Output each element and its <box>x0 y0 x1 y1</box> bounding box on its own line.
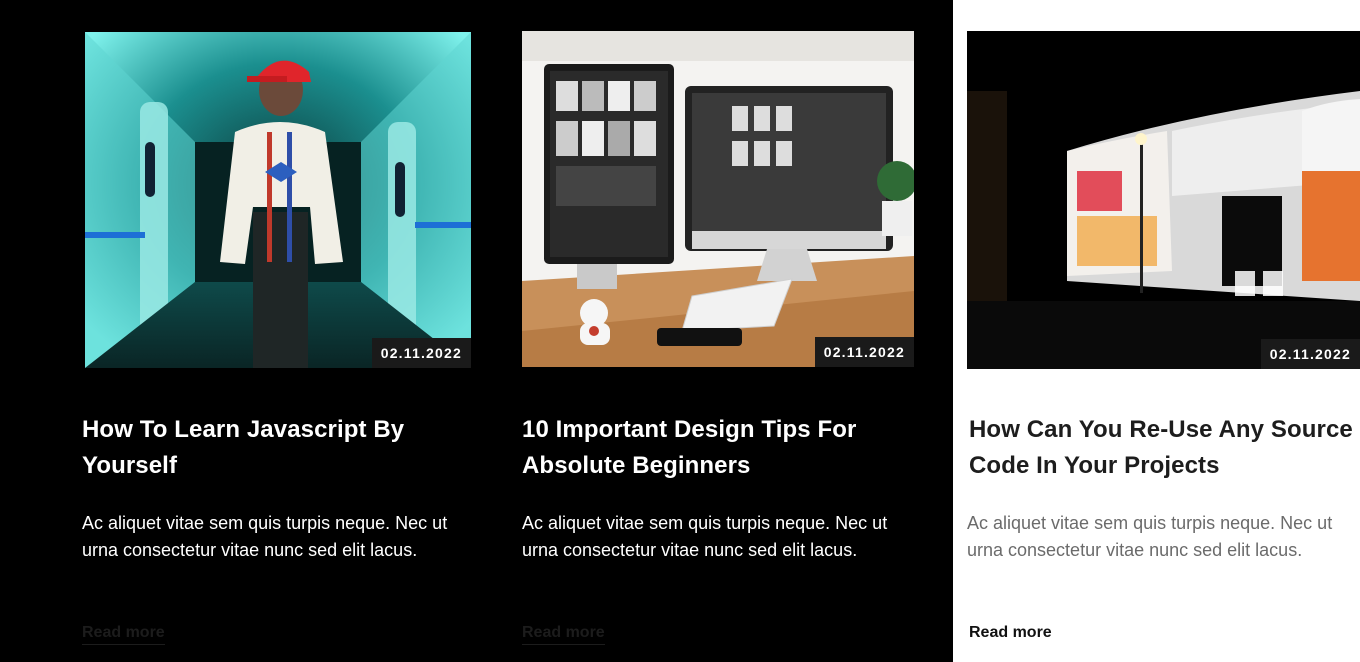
date-badge: 02.11.2022 <box>371 338 471 368</box>
post-thumbnail-link[interactable]: 02.11.2022 <box>522 31 914 367</box>
post-excerpt: Ac aliquet vitae sem quis turpis neque. … <box>522 513 888 560</box>
blog-posts-page: 02.11.2022 How To Learn Javascript By Yo… <box>0 0 1360 662</box>
desk-monitors-image <box>522 31 914 367</box>
post-thumbnail-link[interactable]: 02.11.2022 <box>967 31 1360 369</box>
post-title[interactable]: How Can You Re-Use Any Source Code In Yo… <box>969 412 1360 484</box>
post-thumbnail-link[interactable]: 02.11.2022 <box>85 32 471 368</box>
post-title[interactable]: 10 Important Design Tips For Absolute Be… <box>522 412 882 484</box>
read-more-link[interactable]: Read more <box>969 622 1052 644</box>
date-badge: 02.11.2022 <box>814 337 914 367</box>
post-excerpt: Ac aliquet vitae sem quis turpis neque. … <box>967 513 1333 560</box>
date-badge: 02.11.2022 <box>1260 339 1360 369</box>
post-title[interactable]: How To Learn Javascript By Yourself <box>82 412 442 484</box>
read-more-link[interactable]: Read more <box>82 622 165 645</box>
read-more-link[interactable]: Read more <box>522 622 605 645</box>
night-billboards-image <box>967 31 1360 369</box>
post-excerpt: Ac aliquet vitae sem quis turpis neque. … <box>82 513 448 560</box>
hallway-portrait-image <box>85 32 471 368</box>
